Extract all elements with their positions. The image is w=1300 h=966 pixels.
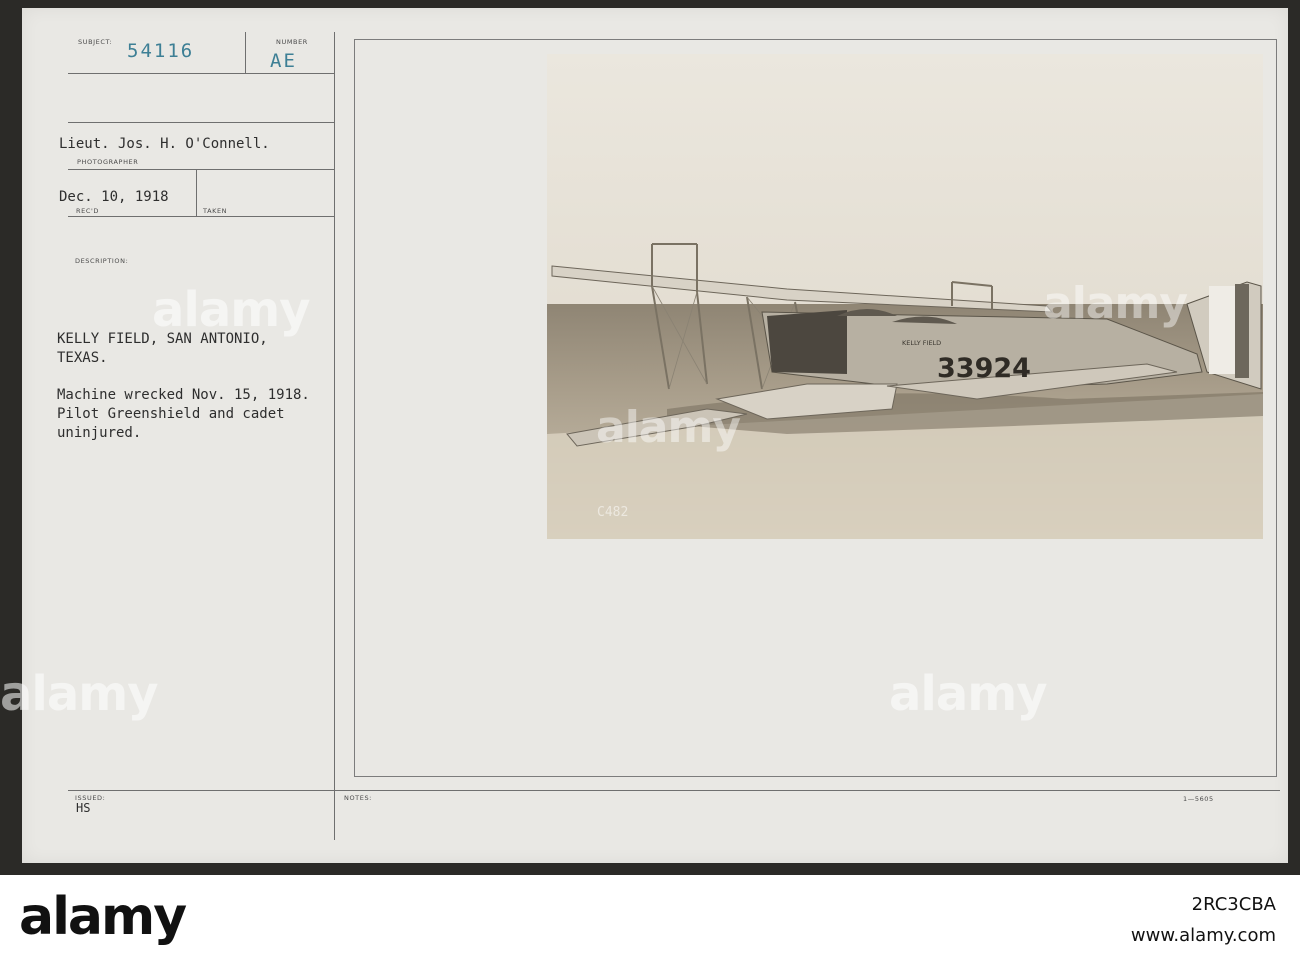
number-value: AE [270,50,297,72]
taken-label: TAKEN [203,207,228,215]
notes-label: NOTES: [344,794,372,802]
negative-code: C482 [597,505,628,520]
description-line: Machine wrecked Nov. 15, 1918. [57,387,310,403]
date-divider [196,170,197,216]
description-line [57,368,310,386]
watermark: alamy [0,666,159,722]
received-label: REC'D [76,207,99,215]
rule-subject [68,73,334,74]
issued-value: HS [76,801,91,815]
number-divider [245,32,246,74]
rule-top [68,122,334,123]
rule-photographer [68,169,334,170]
watermark: alamy [596,402,741,453]
description-label: DESCRIPTION: [75,257,129,265]
number-label: NUMBER [276,38,308,46]
subject-label: SUBJECT: [78,38,113,46]
rule-bottom [68,790,1280,791]
photographer-name: Lieut. Jos. H. O'Connell. [59,136,270,152]
watermark: alamy [889,666,1048,722]
alamy-logo: alamy [19,887,187,947]
fuselage-label: KELLY FIELD [902,339,941,347]
vertical-divider [334,32,335,840]
received-date: Dec. 10, 1918 [59,189,169,205]
image-id: 2RC3CBA [1191,894,1276,915]
description-line: uninjured. [57,425,142,441]
photographer-label: PHOTOGRAPHER [77,158,139,166]
subject-number: 54116 [127,40,195,62]
description-text: KELLY FIELD, SAN ANTONIO, TEXAS. Machine… [57,330,310,443]
site-url: www.alamy.com [1130,925,1276,946]
watermark: alamy [1043,278,1188,329]
description-line: Pilot Greenshield and cadet [57,406,285,422]
fuselage-serial: 33924 [937,353,1031,384]
form-code: 1—5605 [1183,795,1214,803]
stock-footer: alamy 2RC3CBA www.alamy.com [0,875,1300,966]
description-line: TEXAS. [57,350,108,366]
rule-dates [68,216,334,217]
watermark: alamy [152,282,311,338]
